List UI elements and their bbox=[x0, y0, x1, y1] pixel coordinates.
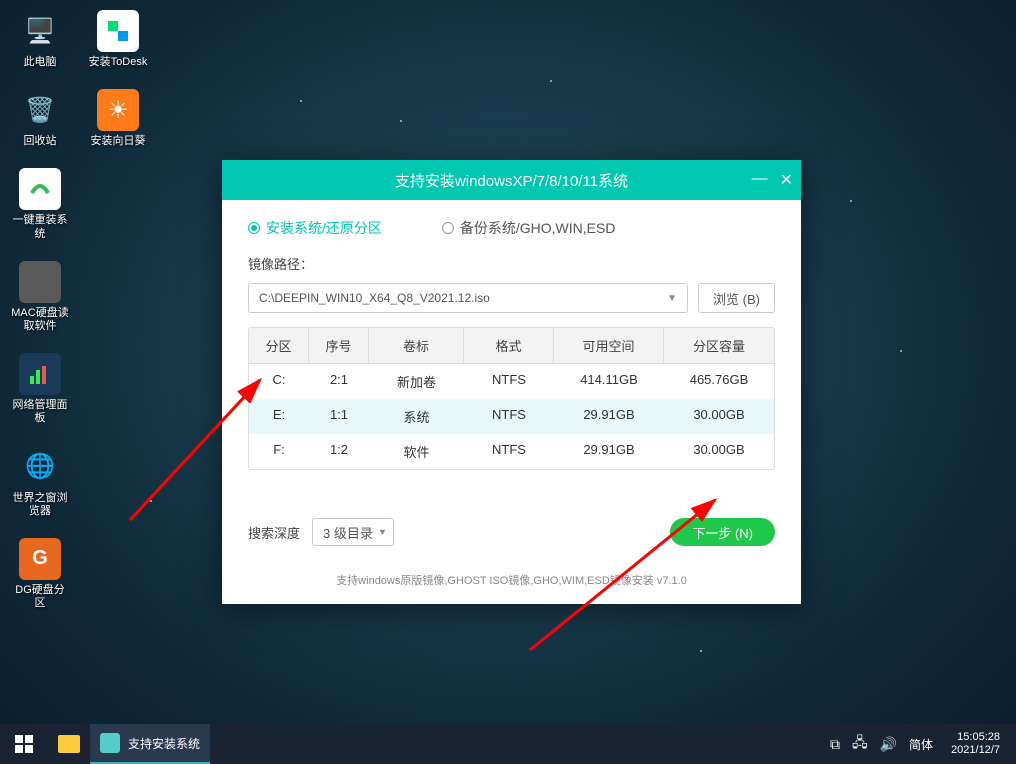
install-dialog: 支持安装windowsXP/7/8/10/11系统 — ✕ 安装系统/还原分区 … bbox=[222, 160, 801, 604]
desktop-icon-dg[interactable]: GDG硬盘分区 bbox=[10, 538, 70, 610]
depth-label: 搜索深度 bbox=[248, 523, 300, 542]
pc-icon: 🖥️ bbox=[19, 10, 61, 52]
table-row[interactable]: F:1:2软件NTFS29.91GB30.00GB bbox=[249, 434, 774, 469]
desktop-icon-this-pc[interactable]: 🖥️此电脑 bbox=[10, 10, 70, 69]
volume-icon[interactable]: 🔊 bbox=[880, 736, 897, 753]
desktop-icon-sunflower[interactable]: ☀安装向日葵 bbox=[88, 89, 148, 148]
app-icon bbox=[100, 733, 120, 753]
dialog-title: 支持安装windowsXP/7/8/10/11系统 bbox=[395, 170, 628, 191]
desktop-icon-network[interactable]: 网络管理面板 bbox=[10, 353, 70, 425]
footer-text: 支持windows原版镜像,GHOST ISO镜像,GHO,WIM,ESD镜像安… bbox=[248, 572, 775, 588]
chevron-down-icon: ▼ bbox=[378, 527, 387, 537]
windows-icon bbox=[15, 735, 33, 753]
devices-icon[interactable]: ⧉ bbox=[830, 736, 840, 753]
clock[interactable]: 15:05:282021/12/7 bbox=[945, 731, 1006, 757]
image-path-input[interactable]: C:\DEEPIN_WIN10_X64_Q8_V2021.12.iso▼ bbox=[248, 283, 688, 313]
desktop-icon-mac-hdd[interactable]: MAC硬盘读取软件 bbox=[10, 261, 70, 333]
folder-icon bbox=[58, 735, 80, 753]
radio-backup[interactable]: 备份系统/GHO,WIN,ESD bbox=[442, 218, 616, 238]
path-label: 镜像路径： bbox=[248, 254, 775, 273]
chevron-down-icon: ▼ bbox=[667, 293, 677, 304]
dg-icon: G bbox=[19, 538, 61, 580]
trash-icon: 🗑️ bbox=[19, 89, 61, 131]
desktop-icons: 🖥️此电脑 安装ToDesk 🗑️回收站 ☀安装向日葵 一键重装系统 MAC硬盘… bbox=[10, 10, 148, 610]
title-bar[interactable]: 支持安装windowsXP/7/8/10/11系统 — ✕ bbox=[222, 160, 801, 200]
globe-icon: 🌐 bbox=[19, 446, 61, 488]
start-button[interactable] bbox=[0, 724, 48, 764]
radio-install-restore[interactable]: 安装系统/还原分区 bbox=[248, 218, 382, 238]
sunflower-icon: ☀ bbox=[97, 89, 139, 131]
desktop-icon-reinstall[interactable]: 一键重装系统 bbox=[10, 168, 70, 240]
desktop-icon-recycle[interactable]: 🗑️回收站 bbox=[10, 89, 70, 148]
radio-dot-icon bbox=[248, 222, 260, 234]
next-button[interactable]: 下一步 (N) bbox=[670, 518, 775, 546]
reinstall-icon bbox=[19, 168, 61, 210]
desktop-icon-browser[interactable]: 🌐世界之窗浏览器 bbox=[10, 446, 70, 518]
taskbar: 支持安装系统 ⧉ 🖧 🔊 简体 15:05:282021/12/7 bbox=[0, 724, 1016, 764]
apple-icon bbox=[19, 261, 61, 303]
desktop-icon-todesk[interactable]: 安装ToDesk bbox=[88, 10, 148, 69]
ime-indicator[interactable]: 简体 bbox=[909, 736, 933, 753]
browse-button[interactable]: 浏览 (B) bbox=[698, 283, 775, 313]
network-icon bbox=[19, 353, 61, 395]
minimize-button[interactable]: — bbox=[752, 170, 768, 190]
radio-dot-icon bbox=[442, 222, 454, 234]
table-row[interactable]: C:2:1新加卷NTFS414.11GB465.76GB bbox=[249, 364, 774, 399]
close-button[interactable]: ✕ bbox=[780, 170, 793, 190]
todesk-icon bbox=[97, 10, 139, 52]
table-header: 分区 序号 卷标 格式 可用空间 分区容量 bbox=[249, 328, 774, 364]
network-icon[interactable]: 🖧 bbox=[852, 732, 868, 756]
partition-table: 分区 序号 卷标 格式 可用空间 分区容量 C:2:1新加卷NTFS414.11… bbox=[248, 327, 775, 470]
taskbar-explorer[interactable] bbox=[48, 724, 90, 764]
taskbar-app-installer[interactable]: 支持安装系统 bbox=[90, 724, 210, 764]
system-tray: ⧉ 🖧 🔊 简体 15:05:282021/12/7 bbox=[820, 731, 1016, 757]
depth-select[interactable]: 3 级目录▼ bbox=[312, 518, 394, 546]
table-row[interactable]: E:1:1系统NTFS29.91GB30.00GB bbox=[249, 399, 774, 434]
